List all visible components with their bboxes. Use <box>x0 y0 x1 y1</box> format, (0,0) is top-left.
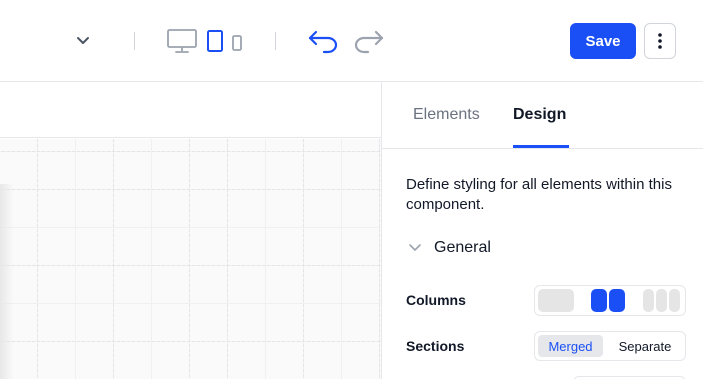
panel-description: Define styling for all elements within t… <box>406 176 672 213</box>
canvas-preview-edge <box>0 184 14 379</box>
sections-label: Sections <box>406 338 465 354</box>
sections-selector: Merged Separate <box>534 331 686 361</box>
undo-icon[interactable] <box>305 28 341 54</box>
top-toolbar: Save <box>0 0 703 82</box>
tab-design[interactable]: Design <box>513 106 566 124</box>
toolbar-divider <box>275 32 276 50</box>
general-section-toggle[interactable]: General <box>406 239 491 257</box>
more-options-button[interactable] <box>644 23 676 59</box>
canvas-grid[interactable] <box>0 139 381 379</box>
panel-tabs: Elements Design <box>382 82 703 149</box>
design-panel: Elements Design Define styling for all e… <box>381 82 703 379</box>
sections-option-merged[interactable]: Merged <box>538 335 603 357</box>
chevron-down-icon <box>406 239 424 257</box>
mobile-icon[interactable] <box>230 33 244 53</box>
canvas-header-strip <box>0 82 381 138</box>
chevron-down-icon[interactable] <box>72 31 94 51</box>
columns-selector <box>534 285 686 316</box>
toolbar-divider <box>134 32 135 50</box>
desktop-icon[interactable] <box>165 28 199 54</box>
columns-label: Columns <box>406 292 466 308</box>
columns-option-2[interactable] <box>591 289 625 312</box>
columns-option-3[interactable] <box>643 289 680 312</box>
tab-elements[interactable]: Elements <box>413 106 480 124</box>
tablet-icon[interactable] <box>205 28 225 54</box>
redo-icon[interactable] <box>351 28 387 54</box>
sections-option-separate[interactable]: Separate <box>609 335 681 357</box>
editor-canvas[interactable] <box>0 82 381 379</box>
active-tab-indicator <box>513 145 569 148</box>
section-title: General <box>434 239 491 256</box>
columns-option-1[interactable] <box>538 289 574 312</box>
save-button[interactable]: Save <box>570 23 636 59</box>
more-vertical-icon <box>658 33 662 49</box>
